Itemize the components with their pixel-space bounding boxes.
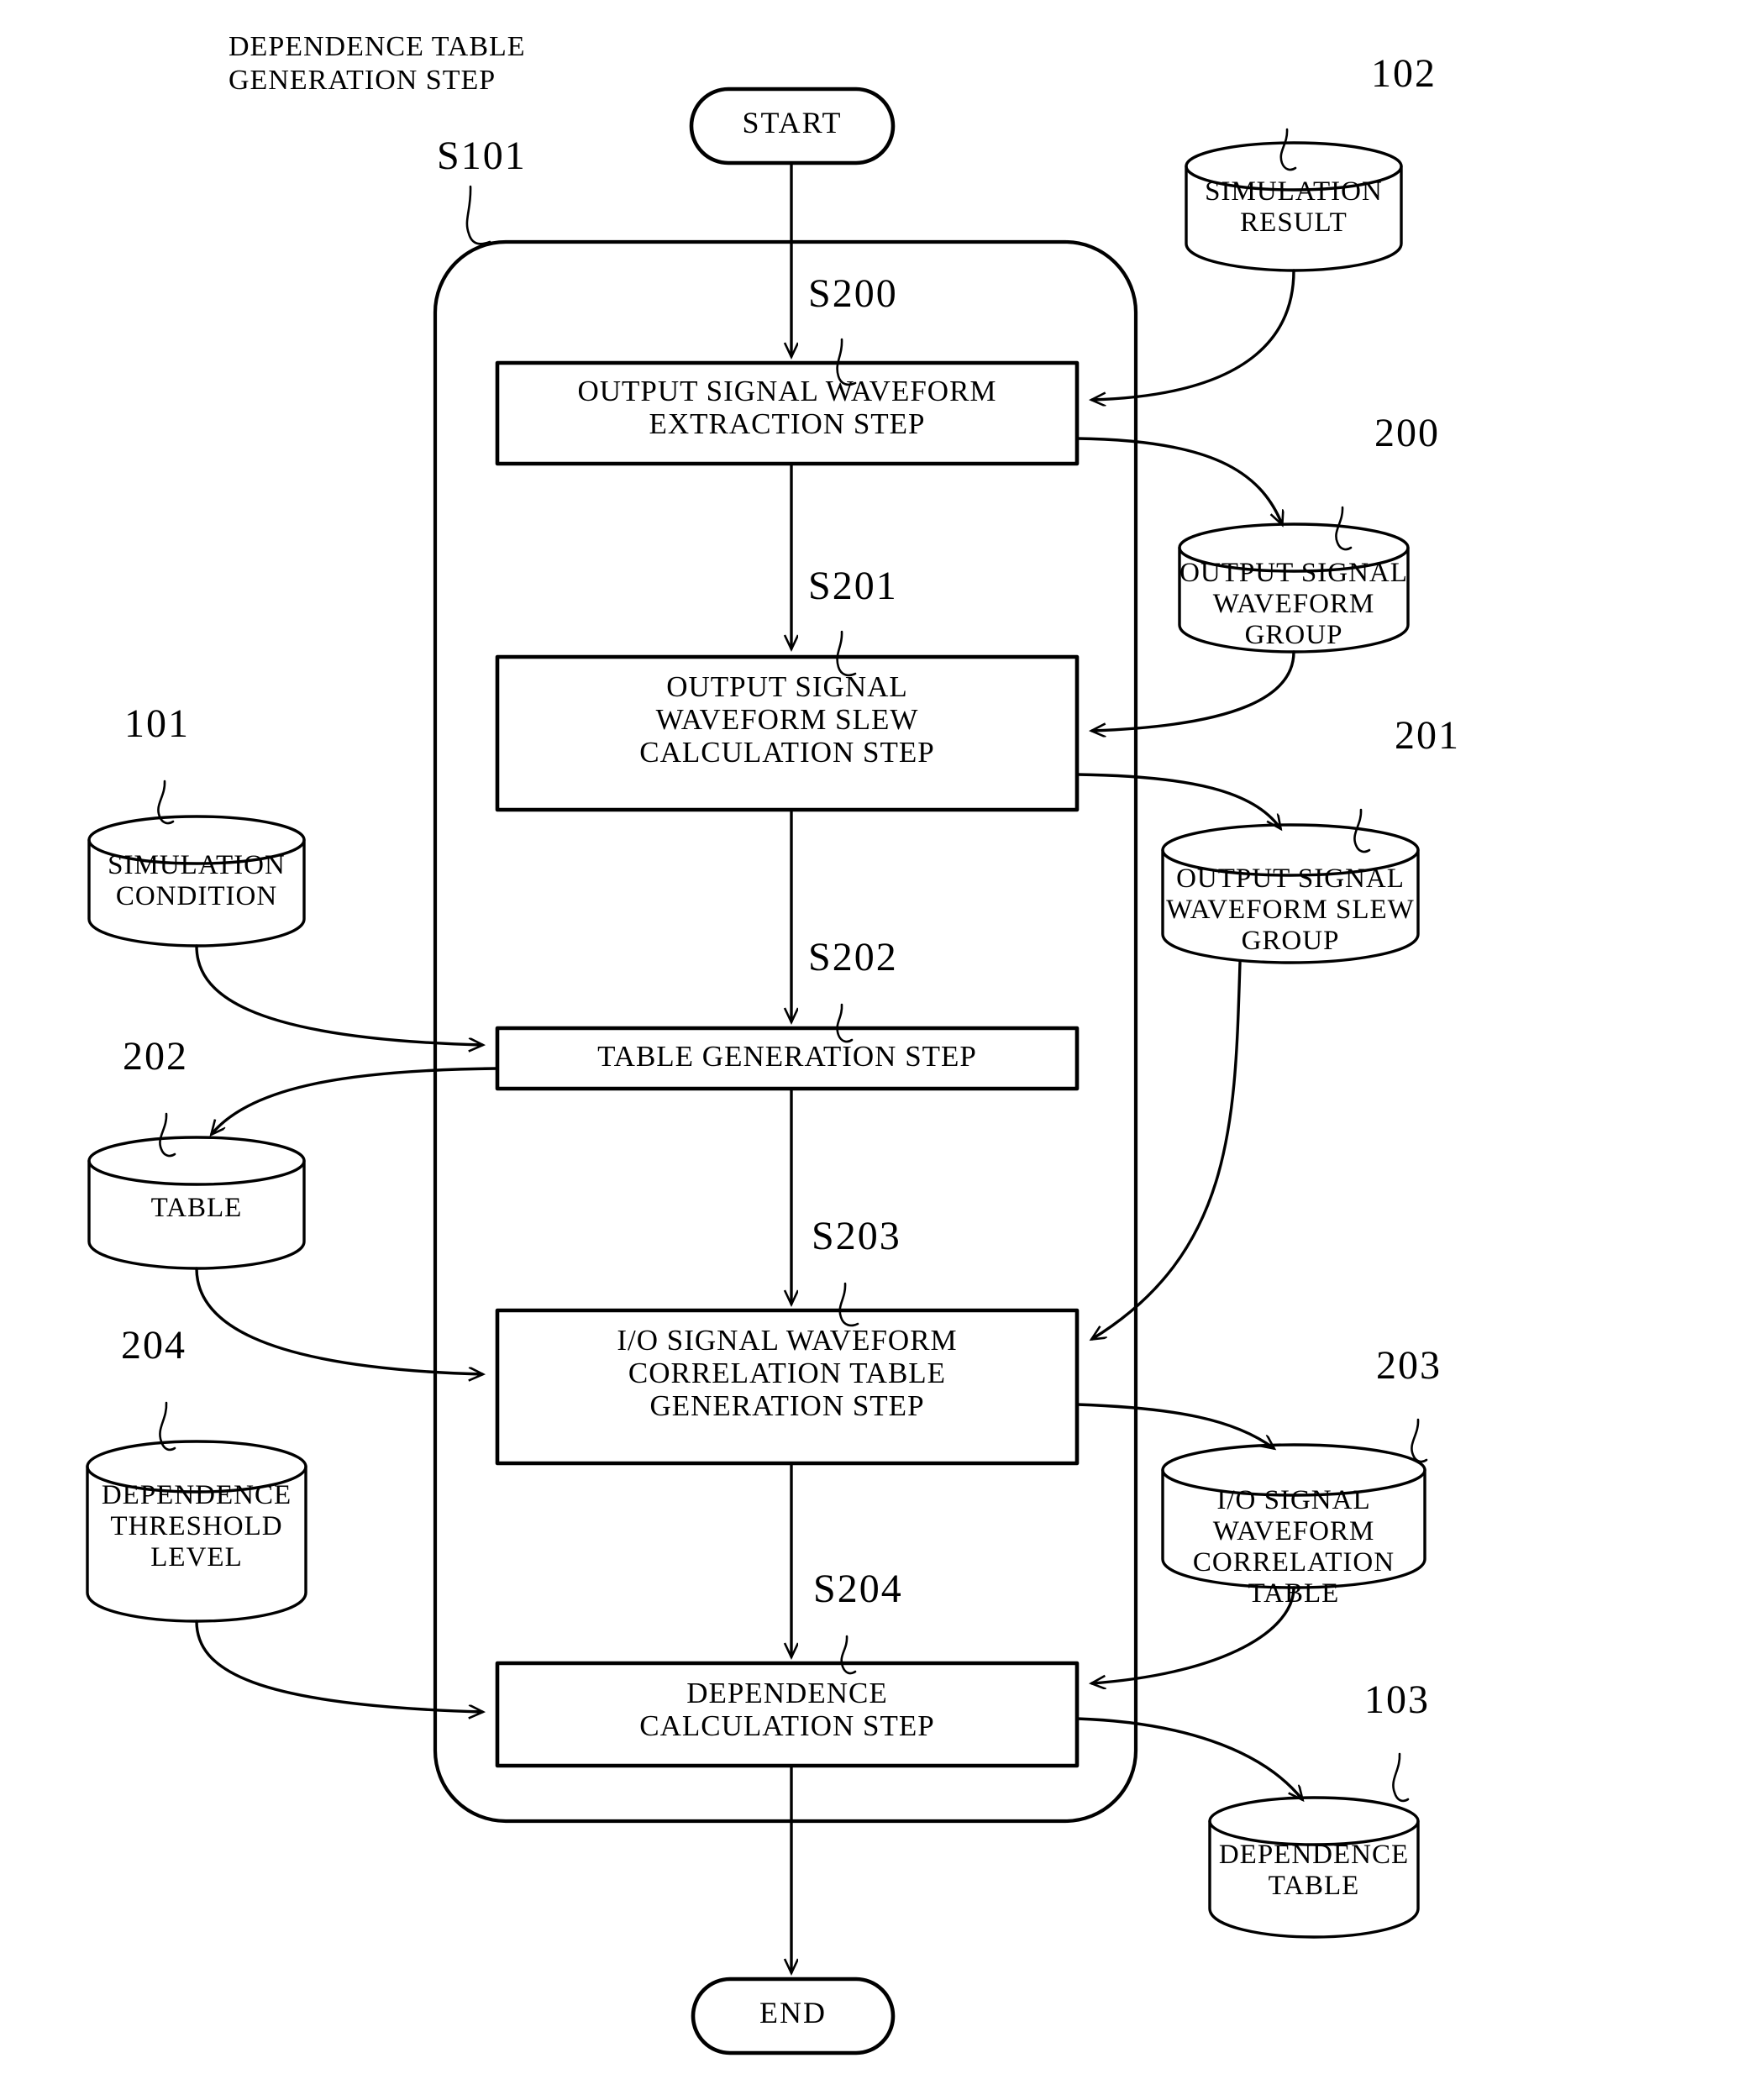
flow-s204-to-103 [1075, 1717, 1302, 1799]
figure-canvas: DEPENDENCE TABLE GENERATION STEP S101 ST… [0, 0, 1739, 2100]
flow-200-to-s201 [1092, 650, 1295, 731]
leader-s201 [836, 630, 857, 677]
flow-102-to-s200 [1092, 269, 1295, 400]
ref-s101: S101 [437, 134, 527, 178]
store-label-203: I/O SIGNAL WAVEFORM CORRELATION TABLE [1192, 1485, 1395, 1609]
ref-201: 201 [1395, 713, 1460, 758]
store-label-200: OUTPUT SIGNAL WAVEFORM GROUP [1179, 558, 1408, 650]
end-terminal-label: END [759, 1996, 827, 2029]
leader-s203 [838, 1282, 859, 1327]
ref-202: 202 [123, 1034, 188, 1079]
start-terminal-label: START [742, 106, 843, 139]
step-label-s202: TABLE GENERATION STEP [597, 1040, 977, 1073]
dependence-table-generation-container [433, 239, 1138, 1824]
store-label-102: SIMULATION RESULT [1205, 176, 1383, 238]
ref-s200: S200 [808, 271, 898, 316]
leader-s101 [465, 185, 491, 245]
flow-s202-to-202 [212, 1067, 499, 1134]
step-label-s204: DEPENDENCE CALCULATION STEP [639, 1677, 935, 1743]
ref-200: 200 [1374, 411, 1440, 455]
store-label-202: TABLE [150, 1193, 243, 1223]
step-label-s200: OUTPUT SIGNAL WAVEFORM EXTRACTION STEP [577, 375, 997, 441]
store-label-103: DEPENDENCE TABLE [1218, 1840, 1410, 1901]
flow-201-to-s203 [1092, 961, 1242, 1339]
ref-101: 101 [124, 701, 190, 746]
leader-203 [1411, 1418, 1428, 1463]
ref-s201: S201 [808, 564, 898, 608]
ref-203: 203 [1376, 1343, 1442, 1388]
ref-102: 102 [1371, 51, 1437, 96]
flow-s203-to-203 [1075, 1403, 1274, 1448]
store-label-201: OUTPUT SIGNAL WAVEFORM SLEW GROUP [1166, 864, 1415, 956]
ref-103: 103 [1364, 1677, 1430, 1722]
ref-s203: S203 [812, 1214, 901, 1258]
step-label-s201: OUTPUT SIGNAL WAVEFORM SLEW CALCULATION … [639, 670, 935, 769]
leader-s202 [836, 1003, 854, 1043]
flow-101-to-s202 [195, 944, 482, 1045]
leader-103 [1392, 1752, 1410, 1803]
leader-202 [159, 1112, 176, 1158]
store-label-101: SIMULATION CONDITION [108, 850, 286, 911]
flow-s200-to-200 [1075, 437, 1282, 524]
step-label-s203: I/O SIGNAL WAVEFORM CORRELATION TABLE GE… [617, 1324, 958, 1423]
flow-202-to-s203 [195, 1267, 482, 1374]
flow-s201-to-201 [1075, 773, 1280, 828]
ref-204: 204 [121, 1323, 187, 1368]
leader-s204 [840, 1635, 857, 1675]
flow-204-to-s204 [195, 1620, 482, 1712]
ref-s202: S202 [808, 935, 898, 979]
ref-s204: S204 [813, 1567, 903, 1611]
store-label-204: DEPENDENCE THRESHOLD LEVEL [101, 1480, 292, 1572]
figure-title: DEPENDENCE TABLE GENERATION STEP [229, 31, 526, 97]
leader-102 [1279, 128, 1297, 171]
